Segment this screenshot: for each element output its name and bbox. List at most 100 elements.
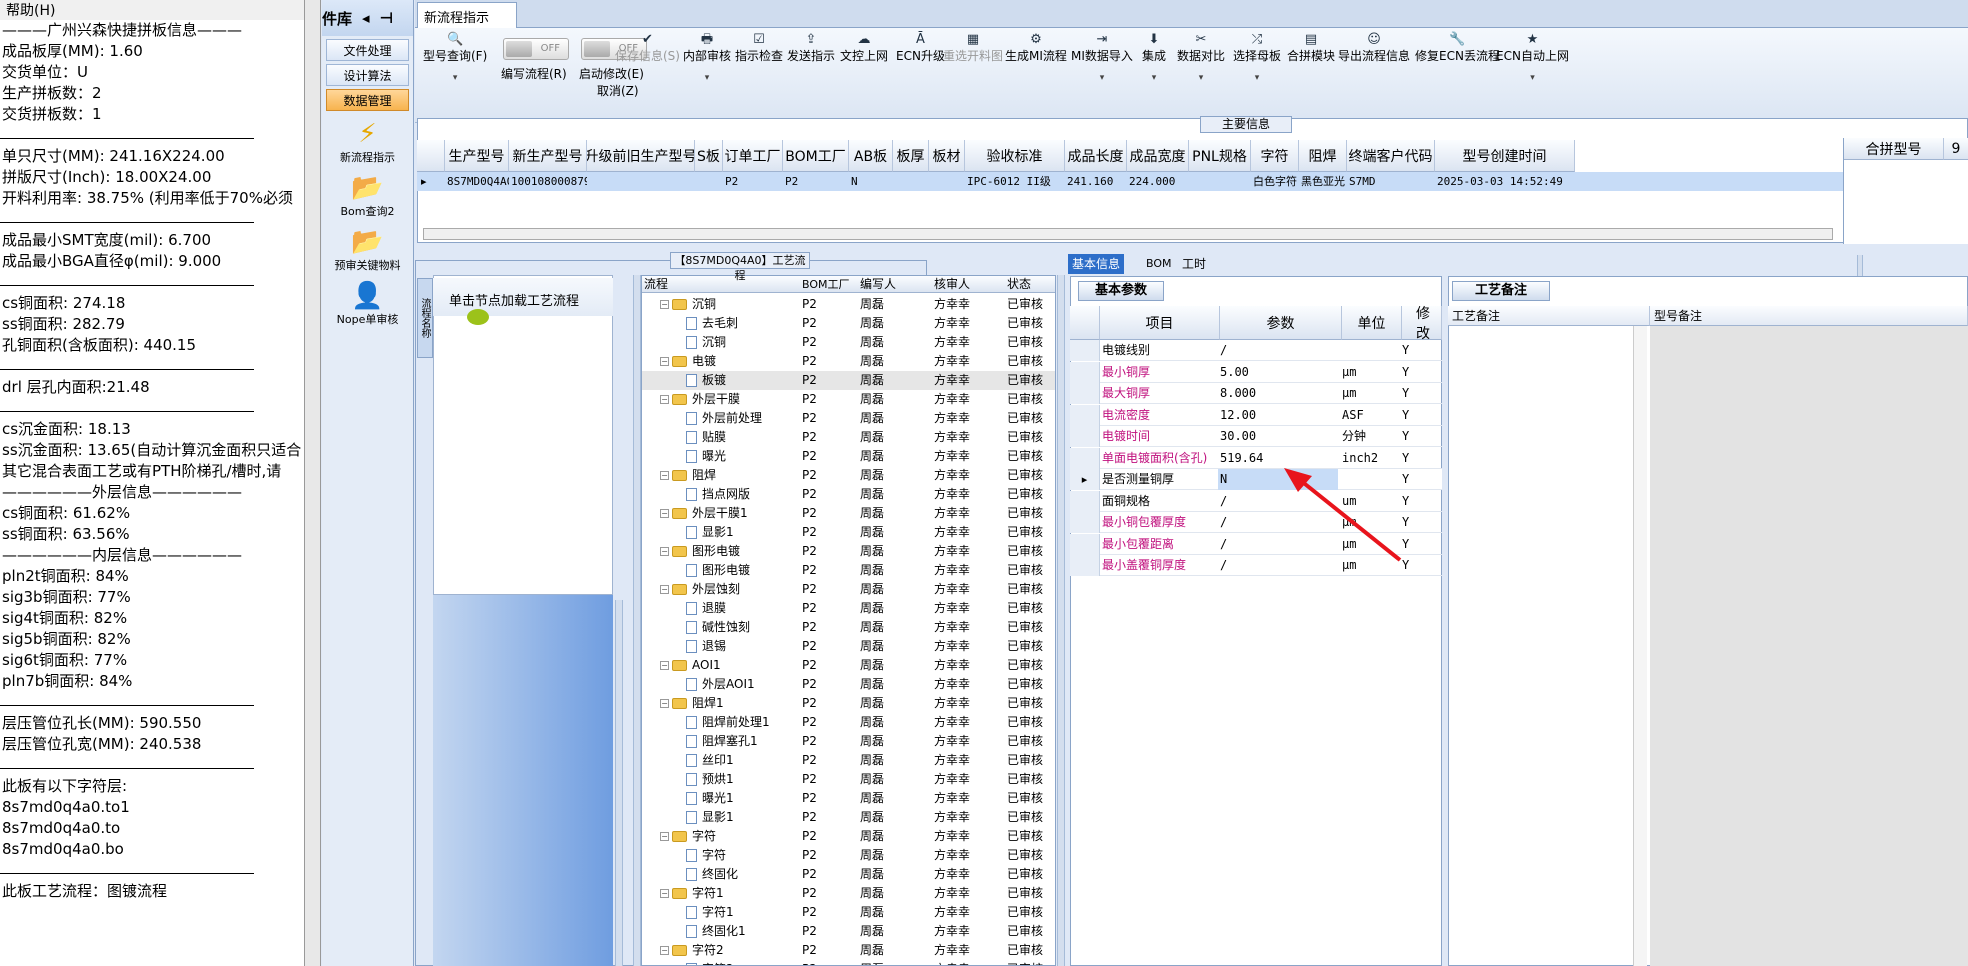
tree-node-row[interactable]: 碱性蚀刻 P2 周磊 方幸幸 已审核 (642, 618, 1055, 637)
tree-folder-row[interactable]: − 外层干膜 P2 周磊 方幸幸 已审核 (642, 390, 1055, 409)
tree-node-row[interactable]: 字符 P2 周磊 方幸幸 已审核 (642, 846, 1055, 865)
nav-bom-query[interactable]: 📂 Bom查询2 (322, 173, 413, 219)
horizontal-scrollbar[interactable] (423, 228, 1833, 240)
tree-node-row[interactable]: 退锡 P2 周磊 方幸幸 已审核 (642, 637, 1055, 656)
tab-basic-info[interactable]: 基本信息 (1068, 254, 1125, 274)
param-row[interactable]: 电流密度 12.00 ASF Y (1070, 404, 1442, 426)
nav-design-algorithm[interactable]: 设计算法 (326, 64, 409, 86)
info-column-header[interactable]: 阻焊 (1299, 140, 1347, 172)
param-value[interactable]: 8.000 (1220, 383, 1256, 404)
tree-node-row[interactable]: 预烘1 P2 周磊 方幸幸 已审核 (642, 770, 1055, 789)
tree-node-row[interactable]: 外层AOI1 P2 周磊 方幸幸 已审核 (642, 675, 1055, 694)
nav-data-management[interactable]: 数据管理 (326, 89, 409, 111)
pin-icon[interactable]: ⊣ (380, 9, 394, 27)
toolbar-button[interactable]: 🔍 型号查询(F) ▾ (423, 32, 487, 86)
param-value[interactable]: 30.00 (1220, 426, 1256, 447)
tree-node-row[interactable]: 图形电镀 P2 周磊 方幸幸 已审核 (642, 561, 1055, 580)
toolbar-button[interactable]: ☑ 指示检查 (735, 32, 783, 64)
toolbar-button[interactable]: ☺ 导出流程信息 (1338, 32, 1410, 64)
info-column-header[interactable]: 成品长度 (1065, 140, 1127, 172)
cancel-label[interactable]: 取消(Z) (597, 82, 639, 99)
param-value[interactable]: 12.00 (1220, 405, 1256, 426)
tree-folder-row[interactable]: − 外层干膜1 P2 周磊 方幸幸 已审核 (642, 504, 1055, 523)
param-value[interactable]: 5.00 (1220, 362, 1249, 383)
tree-node-row[interactable]: 字符2 P2 周磊 方幸幸 已审核 (642, 960, 1055, 965)
toolbar-button[interactable]: ⇥ MI数据导入 ▾ (1071, 32, 1133, 86)
tree-node-row[interactable]: 曝光1 P2 周磊 方幸幸 已审核 (642, 789, 1055, 808)
write-process-toggle[interactable]: OFF (503, 38, 569, 60)
tree-folder-row[interactable]: − 字符2 P2 周磊 方幸幸 已审核 (642, 941, 1055, 960)
process-side-tab[interactable]: 流程名称 (417, 278, 433, 358)
param-value[interactable]: / (1220, 491, 1227, 512)
param-value[interactable]: / (1220, 534, 1227, 555)
notes-scrollbar[interactable] (1633, 326, 1647, 966)
tree-folder-row[interactable]: − 字符1 P2 周磊 方幸幸 已审核 (642, 884, 1055, 903)
splitter[interactable] (615, 600, 623, 966)
toolbar-button[interactable]: 🔧 修复ECN丢流程 (1415, 32, 1500, 64)
tab-new-process[interactable]: 新流程指示 × (417, 2, 517, 40)
param-row[interactable]: 电镀线别 / Y (1070, 340, 1442, 361)
tree-folder-row[interactable]: − 外层蚀刻 P2 周磊 方幸幸 已审核 (642, 580, 1055, 599)
tab-bom[interactable]: BOM (1142, 254, 1176, 274)
param-row[interactable]: 电镀时间 30.00 分钟 Y (1070, 426, 1442, 447)
tree-folder-row[interactable]: − 字符 P2 周磊 方幸幸 已审核 (642, 827, 1055, 846)
tree-node-row[interactable]: 终固化1 P2 周磊 方幸幸 已审核 (642, 922, 1055, 941)
info-column-header[interactable]: 板材 (929, 140, 965, 172)
param-row[interactable]: 最大铜厚 8.000 μm Y (1070, 383, 1442, 404)
tree-node-row[interactable]: 阻焊塞孔1 P2 周磊 方幸幸 已审核 (642, 732, 1055, 751)
tree-node-row[interactable]: 板镀 P2 周磊 方幸幸 已审核 (642, 371, 1055, 390)
info-column-header[interactable]: AB板 (849, 140, 893, 172)
tree-folder-row[interactable]: − 图形电镀 P2 周磊 方幸幸 已审核 (642, 542, 1055, 561)
info-column-header[interactable]: 终端客户代码 (1347, 140, 1435, 172)
param-value[interactable]: / (1220, 340, 1227, 361)
toolbar-button[interactable]: ✂ 数据对比 ▾ (1177, 32, 1225, 86)
param-value[interactable]: 519.64 (1220, 448, 1263, 469)
chevron-left-icon[interactable]: ◂ (362, 9, 370, 27)
tree-node-row[interactable]: 曝光 P2 周磊 方幸幸 已审核 (642, 447, 1055, 466)
info-column-header[interactable]: 成品宽度 (1127, 140, 1189, 172)
info-column-header[interactable]: 订单工厂 (723, 140, 783, 172)
toolbar-button[interactable]: Ā ECN升级 (896, 32, 945, 64)
tree-folder-row[interactable]: − 电镀 P2 周磊 方幸幸 已审核 (642, 352, 1055, 371)
tree-node-row[interactable]: 退膜 P2 周磊 方幸幸 已审核 (642, 599, 1055, 618)
tab-work-hours[interactable]: 工时 (1178, 254, 1210, 274)
toolbar-button[interactable]: ▦ 重选开料图 (943, 32, 1003, 64)
nav-nope-review[interactable]: 👤 Nope单审核 (322, 281, 413, 327)
tree-node-row[interactable]: 终固化 P2 周磊 方幸幸 已审核 (642, 865, 1055, 884)
tree-node-row[interactable]: 沉铜 P2 周磊 方幸幸 已审核 (642, 333, 1055, 352)
info-column-header[interactable]: 生产型号 (445, 140, 509, 172)
toolbar-button[interactable]: ⬇ 集成 ▾ (1142, 32, 1166, 86)
toolbar-button[interactable]: 🖶 内部审核 ▾ (683, 32, 731, 86)
tree-node-row[interactable]: 阻焊前处理1 P2 周磊 方幸幸 已审核 (642, 713, 1055, 732)
nav-new-process[interactable]: ⚡ 新流程指示 (322, 119, 413, 165)
model-notes-area[interactable] (1650, 326, 1968, 966)
info-column-header[interactable]: S板 (695, 140, 723, 172)
param-value[interactable]: / (1220, 512, 1227, 533)
help-menu[interactable]: 帮助(H) (0, 0, 61, 20)
info-column-header[interactable]: PNL规格 (1189, 140, 1251, 172)
tree-node-row[interactable]: 贴膜 P2 周磊 方幸幸 已审核 (642, 428, 1055, 447)
tree-node-row[interactable]: 挡点网版 P2 周磊 方幸幸 已审核 (642, 485, 1055, 504)
info-column-header[interactable]: 新生产型号 (509, 140, 587, 172)
tree-folder-row[interactable]: − 阻焊1 P2 周磊 方幸幸 已审核 (642, 694, 1055, 713)
nav-file-processing[interactable]: 文件处理 (326, 39, 409, 61)
splitter[interactable] (633, 275, 641, 966)
info-column-header[interactable]: 升级前旧生产型号 (587, 140, 695, 172)
toolbar-button[interactable]: ⤮ 选择母板 ▾ (1233, 32, 1281, 86)
toolbar-button[interactable]: ☁ 文控上网 (840, 32, 888, 64)
tree-node-row[interactable]: 外层前处理 P2 周磊 方幸幸 已审核 (642, 409, 1055, 428)
toolbar-button[interactable]: ▤ 合拼模块 (1287, 32, 1335, 64)
info-column-header[interactable]: 验收标准 (965, 140, 1065, 172)
info-column-header[interactable]: BOM工厂 (783, 140, 849, 172)
tree-node-row[interactable]: 丝印1 P2 周磊 方幸幸 已审核 (642, 751, 1055, 770)
splitter[interactable] (1057, 275, 1065, 966)
info-column-header[interactable]: 型号创建时间 (1435, 140, 1575, 172)
tree-folder-row[interactable]: − 阻焊 P2 周磊 方幸幸 已审核 (642, 466, 1055, 485)
toolbar-button[interactable]: ★ ECN自动上网 ▾ (1496, 32, 1569, 86)
tree-node-row[interactable]: 显影1 P2 周磊 方幸幸 已审核 (642, 523, 1055, 542)
tree-node-row[interactable]: 去毛刺 P2 周磊 方幸幸 已审核 (642, 314, 1055, 333)
info-column-header[interactable]: 板厚 (893, 140, 929, 172)
toolbar-button[interactable]: ⚙ 生成MI流程 (1005, 32, 1067, 64)
tree-folder-row[interactable]: − AOI1 P2 周磊 方幸幸 已审核 (642, 656, 1055, 675)
tree-node-row[interactable]: 字符1 P2 周磊 方幸幸 已审核 (642, 903, 1055, 922)
